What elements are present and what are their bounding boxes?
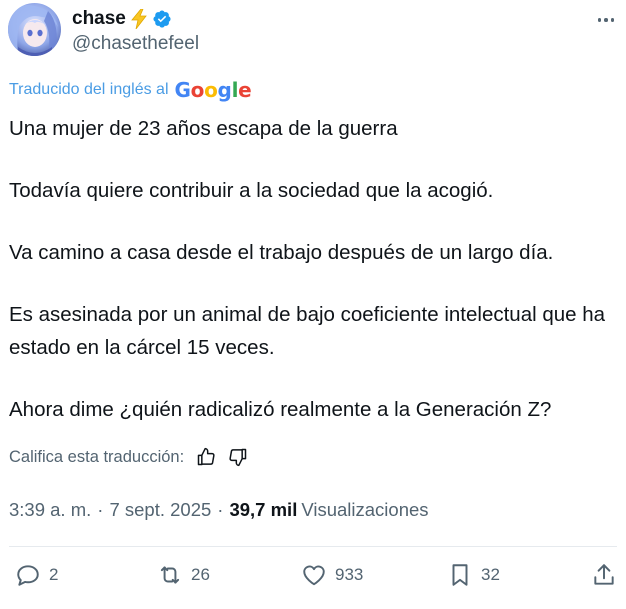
verified-badge-icon[interactable] bbox=[152, 9, 172, 29]
translated-from-label[interactable]: Traducido del inglés al bbox=[9, 81, 169, 99]
tweet-date[interactable]: 7 sept. 2025 bbox=[109, 499, 211, 521]
repost-button[interactable]: 26 bbox=[157, 562, 210, 588]
repost-icon bbox=[160, 566, 180, 584]
divider bbox=[9, 546, 617, 547]
action-bar: 2 26 933 32 bbox=[9, 562, 617, 596]
user-handle[interactable]: @chasethefeel bbox=[72, 33, 199, 55]
tweet-header: chase @chasethefeel bbox=[8, 3, 618, 59]
tweet-meta: 3:39 a. m. · 7 sept. 2025 · 39,7 mil Vis… bbox=[9, 499, 429, 521]
share-icon bbox=[594, 564, 614, 585]
tweet-paragraph: Ahora dime ¿quién radicalizó realmente a… bbox=[9, 398, 552, 421]
tweet-paragraph: Todavía quiere contribuir a la sociedad … bbox=[9, 179, 494, 202]
bookmark-button[interactable]: 32 bbox=[447, 562, 500, 588]
bookmark-count: 32 bbox=[481, 565, 500, 584]
reply-button[interactable]: 2 bbox=[15, 562, 58, 588]
share-button[interactable] bbox=[591, 562, 617, 588]
like-button[interactable]: 933 bbox=[301, 562, 363, 588]
google-logo: Google bbox=[174, 78, 252, 102]
tweet-paragraph: Una mujer de 23 años escapa de la guerra bbox=[9, 117, 398, 140]
like-count: 933 bbox=[335, 565, 364, 584]
tweet-time[interactable]: 3:39 a. m. bbox=[9, 499, 91, 521]
lightning-bolt-icon bbox=[130, 8, 148, 30]
rate-translation: Califica esta traducción: bbox=[9, 447, 248, 467]
bookmark-icon bbox=[452, 564, 468, 586]
translation-notice: Traducido del inglés al Google bbox=[9, 78, 252, 102]
views-count[interactable]: 39,7 mil bbox=[229, 499, 297, 521]
reply-count: 2 bbox=[49, 565, 59, 584]
meta-separator: · bbox=[97, 499, 104, 520]
tweet-paragraph: Va camino a casa desde el trabajo despué… bbox=[9, 241, 554, 264]
tweet-text: Una mujer de 23 años escapa de la guerra… bbox=[9, 112, 609, 455]
meta-separator: · bbox=[217, 499, 224, 520]
repost-count: 26 bbox=[191, 565, 210, 584]
more-options-icon[interactable] bbox=[594, 11, 618, 29]
avatar[interactable] bbox=[8, 3, 61, 56]
views-label[interactable]: Visualizaciones bbox=[301, 499, 428, 521]
rate-translation-label: Califica esta traducción: bbox=[9, 447, 185, 466]
display-name[interactable]: chase bbox=[72, 8, 126, 30]
reply-icon bbox=[17, 565, 39, 586]
tweet-paragraph: Es asesinada por un animal de bajo coefi… bbox=[9, 303, 606, 359]
heart-icon bbox=[303, 565, 325, 586]
thumbs-down-icon[interactable] bbox=[228, 447, 248, 467]
thumbs-up-icon[interactable] bbox=[196, 447, 216, 467]
